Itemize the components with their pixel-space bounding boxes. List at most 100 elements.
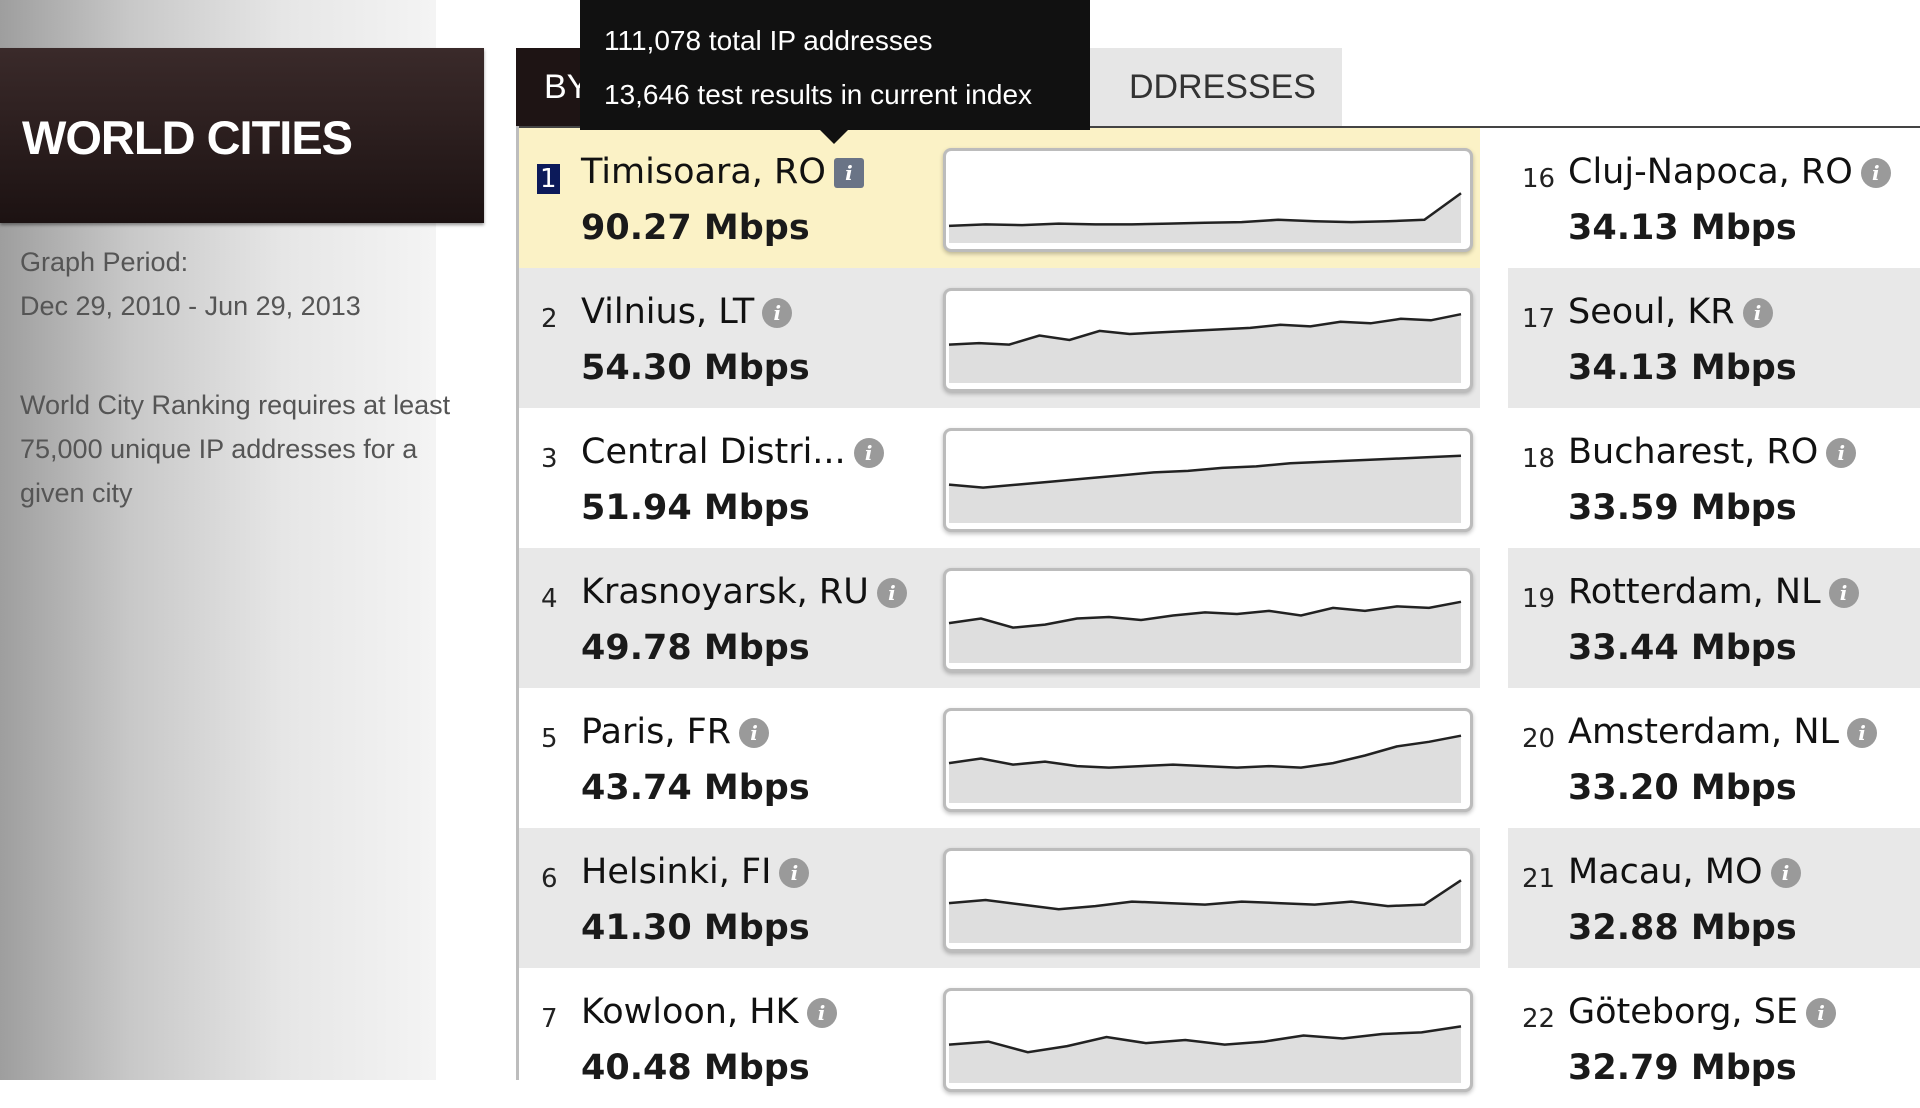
city-name[interactable]: Cluj-Napoca, RO i	[1568, 152, 1891, 192]
city-name[interactable]: Timisoara, RO i	[581, 152, 864, 192]
rank-number: 22	[1522, 1004, 1556, 1034]
city-name[interactable]: Göteborg, SE i	[1568, 992, 1836, 1032]
rank-number: 4	[541, 584, 558, 614]
city-name[interactable]: Seoul, KR i	[1568, 292, 1773, 332]
city-name[interactable]: Rotterdam, NL i	[1568, 572, 1859, 612]
sparkline-chart	[948, 734, 1462, 803]
city-label: Vilnius, LT	[581, 292, 755, 332]
info-icon[interactable]: i	[1860, 158, 1891, 188]
city-label: Timisoara, RO	[581, 152, 826, 192]
city-name[interactable]: Paris, FR i	[581, 712, 770, 752]
sparkline-area	[949, 193, 1461, 243]
speed-value: 40.48 Mbps	[581, 1048, 810, 1088]
table-row[interactable]: 7 Kowloon, HK i 40.48 Mbps	[519, 968, 1480, 1108]
city-label: Bucharest, RO	[1568, 432, 1819, 472]
city-label: Cluj-Napoca, RO	[1568, 152, 1853, 192]
table-row[interactable]: 20 Amsterdam, NL i 33.20 Mbps	[1508, 688, 1920, 828]
table-row[interactable]: 1 Timisoara, RO i 90.27 Mbps	[519, 128, 1480, 268]
sparkline-area	[949, 455, 1461, 523]
rank-number: 18	[1522, 444, 1556, 474]
speed-value: 34.13 Mbps	[1568, 348, 1797, 388]
info-icon[interactable]: i	[1828, 578, 1859, 608]
city-name[interactable]: Macau, MO i	[1568, 852, 1801, 892]
table-row[interactable]: 2 Vilnius, LT i 54.30 Mbps	[519, 268, 1480, 408]
info-icon[interactable]: i	[739, 718, 770, 748]
rank-number: 5	[541, 724, 558, 754]
city-name[interactable]: Kowloon, HK i	[581, 992, 837, 1032]
table-row[interactable]: 22 Göteborg, SE i 32.79 Mbps	[1508, 968, 1920, 1108]
speed-value: 90.27 Mbps	[581, 208, 810, 248]
table-row[interactable]: 3 Central Distri... i 51.94 Mbps	[519, 408, 1480, 548]
info-icon[interactable]: i	[1742, 298, 1773, 328]
table-row[interactable]: 5 Paris, FR i 43.74 Mbps	[519, 688, 1480, 828]
city-label: Paris, FR	[581, 712, 732, 752]
sparkline-area	[949, 314, 1461, 383]
speed-value: 34.13 Mbps	[1568, 208, 1797, 248]
info-icon[interactable]: i	[1806, 998, 1836, 1028]
speed-trend-sparkline	[943, 848, 1473, 952]
info-icon[interactable]: i	[1770, 858, 1801, 888]
graph-period-label: Graph Period:	[20, 247, 189, 277]
table-row[interactable]: 16 Cluj-Napoca, RO i 34.13 Mbps	[1508, 128, 1920, 268]
speed-value: 43.74 Mbps	[581, 768, 810, 808]
sparkline-line	[948, 879, 1462, 911]
speed-value: 32.79 Mbps	[1568, 1048, 1797, 1088]
speed-trend-sparkline	[943, 428, 1473, 532]
city-name[interactable]: Krasnoyarsk, RU i	[581, 572, 907, 612]
table-row[interactable]: 21 Macau, MO i 32.88 Mbps	[1508, 828, 1920, 968]
speed-value: 51.94 Mbps	[581, 488, 810, 528]
table-row[interactable]: 6 Helsinki, FI i 41.30 Mbps	[519, 828, 1480, 968]
rank-number: 1	[537, 164, 560, 194]
rank-number: 2	[541, 304, 558, 334]
speed-trend-sparkline	[943, 288, 1473, 392]
rank-number: 17	[1522, 304, 1556, 334]
city-label: Amsterdam, NL	[1568, 712, 1839, 752]
sparkline-area	[949, 601, 1461, 663]
sparkline-area	[949, 880, 1461, 943]
info-icon[interactable]: i	[762, 298, 793, 328]
info-icon[interactable]: i	[779, 858, 810, 888]
sparkline-line	[948, 192, 1462, 228]
info-icon[interactable]: i	[876, 578, 907, 608]
city-name[interactable]: Helsinki, FI i	[581, 852, 810, 892]
speed-value: 49.78 Mbps	[581, 628, 810, 668]
rank-number: 19	[1522, 584, 1556, 614]
sparkline-chart	[948, 312, 1462, 383]
rank-number: 21	[1522, 864, 1556, 894]
sparkline-chart	[948, 600, 1462, 663]
rank-number: 20	[1522, 724, 1556, 754]
graph-period-range: Dec 29, 2010 - Jun 29, 2013	[20, 291, 361, 321]
city-label: Rotterdam, NL	[1568, 572, 1821, 612]
sparkline-chart	[948, 1025, 1462, 1083]
city-name[interactable]: Amsterdam, NL i	[1568, 712, 1877, 752]
city-label: Göteborg, SE	[1568, 992, 1798, 1032]
info-icon[interactable]: i	[1826, 438, 1857, 468]
info-icon[interactable]: i	[1847, 718, 1877, 748]
city-name[interactable]: Vilnius, LT i	[581, 292, 793, 332]
city-name[interactable]: Bucharest, RO i	[1568, 432, 1857, 472]
table-row[interactable]: 18 Bucharest, RO i 33.59 Mbps	[1508, 408, 1920, 548]
info-icon[interactable]: i	[833, 158, 864, 188]
speed-value: 33.59 Mbps	[1568, 488, 1797, 528]
speed-value: 33.20 Mbps	[1568, 768, 1797, 808]
speed-value: 41.30 Mbps	[581, 908, 810, 948]
info-icon[interactable]: i	[853, 438, 884, 468]
speed-trend-sparkline	[943, 568, 1473, 672]
city-label: Krasnoyarsk, RU	[581, 572, 869, 612]
table-row[interactable]: 19 Rotterdam, NL i 33.44 Mbps	[1508, 548, 1920, 688]
city-label: Seoul, KR	[1568, 292, 1735, 332]
speed-value: 33.44 Mbps	[1568, 628, 1797, 668]
city-name[interactable]: Central Distri... i	[581, 432, 884, 472]
city-label: Kowloon, HK	[581, 992, 799, 1032]
city-label: Central Distri...	[581, 432, 846, 472]
table-row[interactable]: 17 Seoul, KR i 34.13 Mbps	[1508, 268, 1920, 408]
speed-value: 54.30 Mbps	[581, 348, 810, 388]
sparkline-chart	[948, 879, 1462, 943]
info-tooltip: 111,078 total IP addresses 13,646 test r…	[580, 0, 1090, 130]
rank-number: 16	[1522, 164, 1556, 194]
info-icon[interactable]: i	[806, 998, 837, 1028]
sparkline-area	[949, 735, 1461, 803]
sparkline-chart	[948, 192, 1462, 243]
table-row[interactable]: 4 Krasnoyarsk, RU i 49.78 Mbps	[519, 548, 1480, 688]
city-label: Helsinki, FI	[581, 852, 772, 892]
